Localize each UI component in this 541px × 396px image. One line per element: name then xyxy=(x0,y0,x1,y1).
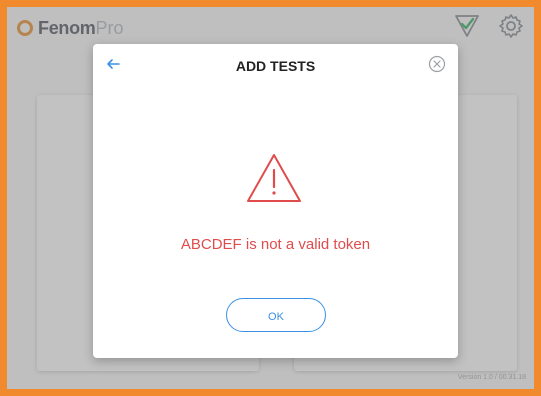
warning-triangle-icon xyxy=(245,152,303,209)
close-circle-icon[interactable] xyxy=(428,55,446,78)
add-tests-dialog: ADD TESTS ABCDEF is not a valid token OK xyxy=(93,44,458,358)
dialog-header: ADD TESTS xyxy=(93,44,458,86)
app-frame: Fenom Pro Version 1.0 / 00.31.18 ADD TES… xyxy=(7,7,534,389)
error-message: ABCDEF is not a valid token xyxy=(180,236,371,253)
ok-button[interactable]: OK xyxy=(226,298,326,332)
dialog-title: ADD TESTS xyxy=(235,58,316,74)
